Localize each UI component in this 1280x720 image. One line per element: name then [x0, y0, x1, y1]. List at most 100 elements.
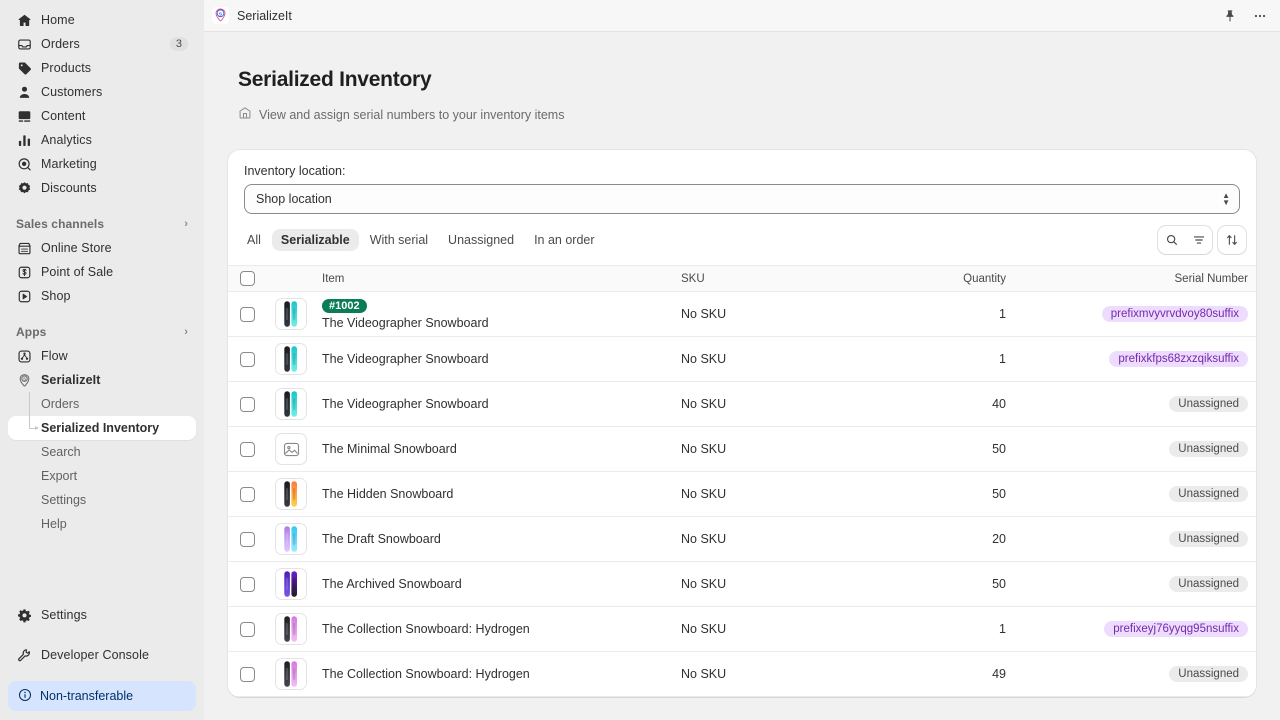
sidebar-item-orders[interactable]: Orders 3 — [8, 32, 196, 56]
sidebar-item-label: Analytics — [41, 133, 92, 147]
sidebar-item-point-of-sale[interactable]: Point of Sale — [8, 260, 196, 284]
sidebar-section-apps[interactable]: Apps › — [8, 320, 196, 344]
filter-icon[interactable] — [1185, 226, 1212, 254]
table-row[interactable]: The Collection Snowboard: Hydrogen No SK… — [228, 652, 1256, 697]
row-sku: No SKU — [681, 487, 727, 501]
sidebar-item-developer-console[interactable]: Developer Console — [8, 643, 196, 667]
search-icon[interactable] — [1158, 226, 1185, 254]
sidebar-item-analytics[interactable]: Analytics — [8, 128, 196, 152]
sidebar-subitem-help[interactable]: Help — [8, 512, 196, 536]
unassigned-pill[interactable]: Unassigned — [1169, 441, 1248, 457]
svg-text:S: S — [23, 376, 26, 381]
tab-with-serial[interactable]: With serial — [361, 229, 437, 251]
topbar-actions — [1220, 6, 1270, 26]
page-subtitle-text: View and assign serial numbers to your i… — [259, 107, 565, 122]
table-row[interactable]: The Archived Snowboard No SKU 50 Unassig… — [228, 562, 1256, 607]
gear-icon — [16, 607, 32, 623]
table-row[interactable]: The Videographer Snowboard No SKU 40 Una… — [228, 382, 1256, 427]
sidebar-item-customers[interactable]: Customers — [8, 80, 196, 104]
row-checkbox[interactable] — [239, 486, 255, 502]
row-item-cell: The Archived Snowboard — [320, 577, 681, 591]
row-checkbox[interactable] — [239, 306, 255, 322]
flow-icon — [16, 348, 32, 364]
row-select-cell — [228, 621, 262, 637]
row-checkbox[interactable] — [239, 351, 255, 367]
inventory-location-select[interactable]: Shop location — [244, 184, 1240, 214]
order-badge[interactable]: #1002 — [322, 299, 367, 313]
topbar-app-name: SerializeIt — [237, 8, 292, 23]
tab-unassigned[interactable]: Unassigned — [439, 229, 523, 251]
column-header-quantity: Quantity — [963, 272, 1006, 285]
topbar-title: S SerializeIt — [212, 7, 292, 24]
row-checkbox[interactable] — [239, 576, 255, 592]
sidebar-subitem-export[interactable]: Export — [8, 464, 196, 488]
snowboard-teal-thumbnail — [275, 298, 307, 330]
tab-serializable[interactable]: Serializable — [271, 229, 359, 251]
tab-all[interactable]: All — [238, 229, 270, 251]
row-thumbnail-cell — [262, 298, 320, 330]
sidebar-item-discounts[interactable]: Discounts — [8, 176, 196, 200]
serial-number-pill[interactable]: prefixmvyvrvdvoy80suffix — [1101, 306, 1248, 322]
unassigned-pill[interactable]: Unassigned — [1169, 576, 1248, 592]
sidebar-footer-nav: Settings Developer Console — [8, 603, 196, 681]
sidebar-item-serializeit[interactable]: S SerializeIt — [8, 368, 196, 392]
sidebar-item-marketing[interactable]: Marketing — [8, 152, 196, 176]
unassigned-pill[interactable]: Unassigned — [1169, 531, 1248, 547]
table-row[interactable]: The Videographer Snowboard No SKU 1 pref… — [228, 337, 1256, 382]
sidebar-subitem-serialized-inventory[interactable]: Serialized Inventory — [8, 416, 196, 440]
item-name: The Videographer Snowboard — [322, 397, 489, 411]
row-checkbox[interactable] — [239, 396, 255, 412]
row-sku: No SKU — [681, 667, 727, 681]
sidebar-item-label: Customers — [41, 85, 103, 99]
main-area: S SerializeIt Serialized Inventory View … — [204, 0, 1280, 720]
table-body: #1002 The Videographer Snowboard No SKU 1… — [228, 292, 1256, 697]
row-select-cell — [228, 396, 262, 412]
sidebar-item-label: Online Store — [41, 241, 112, 255]
table-row[interactable]: The Minimal Snowboard No SKU 50 Unassign… — [228, 427, 1256, 472]
sidebar-subitem-search[interactable]: Search — [8, 440, 196, 464]
sidebar-item-content[interactable]: Content — [8, 104, 196, 128]
row-quantity: 20 — [992, 532, 1006, 546]
sidebar-item-label: Settings — [41, 608, 87, 622]
sidebar-item-products[interactable]: Products — [8, 56, 196, 80]
discounts-icon — [16, 180, 32, 196]
row-quantity: 50 — [992, 487, 1006, 501]
serial-number-pill[interactable]: prefixkfps68zxzqiksuffix — [1109, 351, 1248, 367]
sidebar-item-flow[interactable]: Flow — [8, 344, 196, 368]
sidebar-item-settings[interactable]: Settings — [8, 603, 196, 627]
row-item-cell: The Draft Snowboard — [320, 532, 681, 546]
row-checkbox[interactable] — [239, 441, 255, 457]
sidebar-section-sales-channels[interactable]: Sales channels › — [8, 212, 196, 236]
serial-number-pill[interactable]: prefixeyj76yyqg95nsuffix — [1104, 621, 1248, 637]
unassigned-pill[interactable]: Unassigned — [1169, 666, 1248, 682]
snowboard-sunset-thumbnail — [275, 478, 307, 510]
row-quantity: 1 — [999, 622, 1006, 636]
row-checkbox[interactable] — [239, 621, 255, 637]
row-checkbox[interactable] — [239, 531, 255, 547]
tree-branch-icon — [29, 425, 39, 430]
row-item-cell: The Collection Snowboard: Hydrogen — [320, 622, 681, 636]
sidebar-subitem-settings[interactable]: Settings — [8, 488, 196, 512]
sidebar-item-home[interactable]: Home — [8, 8, 196, 32]
sort-icon[interactable] — [1218, 226, 1246, 254]
ellipsis-icon[interactable] — [1250, 6, 1270, 26]
unassigned-pill[interactable]: Unassigned — [1169, 396, 1248, 412]
sidebar-item-online-store[interactable]: Online Store — [8, 236, 196, 260]
non-transferable-pill[interactable]: Non-transferable — [8, 681, 196, 711]
pin-icon[interactable] — [1220, 6, 1240, 26]
row-item-cell: The Hidden Snowboard — [320, 487, 681, 501]
select-all-checkbox[interactable] — [239, 271, 255, 286]
sidebar-subitem-orders[interactable]: Orders — [8, 392, 196, 416]
store-icon — [238, 106, 252, 123]
unassigned-pill[interactable]: Unassigned — [1169, 486, 1248, 502]
inventory-card: Inventory location: Shop location ▲ ▼ All… — [228, 150, 1256, 697]
sidebar-item-shop[interactable]: Shop — [8, 284, 196, 308]
row-checkbox[interactable] — [239, 666, 255, 682]
table-row[interactable]: #1002 The Videographer Snowboard No SKU 1… — [228, 292, 1256, 337]
row-sku: No SKU — [681, 397, 727, 411]
tab-in-an-order[interactable]: In an order — [525, 229, 603, 251]
table-row[interactable]: The Draft Snowboard No SKU 20 Unassigned — [228, 517, 1256, 562]
table-row[interactable]: The Collection Snowboard: Hydrogen No SK… — [228, 607, 1256, 652]
table-row[interactable]: The Hidden Snowboard No SKU 50 Unassigne… — [228, 472, 1256, 517]
